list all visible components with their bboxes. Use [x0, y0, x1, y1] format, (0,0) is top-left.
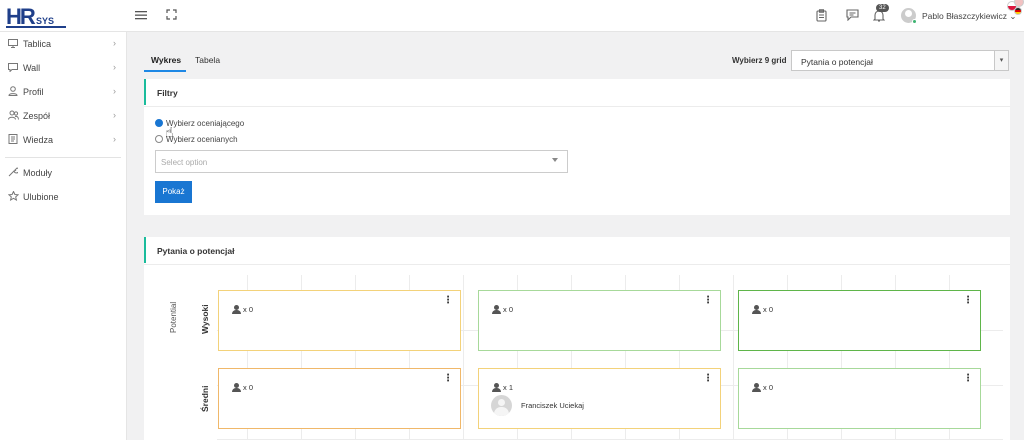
- clipboard-icon[interactable]: [814, 9, 828, 23]
- filter-select-placeholder: Select option: [161, 158, 208, 167]
- grid-member[interactable]: Franciszek Uciekaj: [491, 395, 584, 416]
- sidebar-item-moduly[interactable]: Moduły: [0, 163, 126, 183]
- more-options-icon[interactable]: ⋮: [963, 296, 973, 306]
- cell-count: x 0: [243, 383, 254, 392]
- hamburger-menu-icon[interactable]: [134, 9, 148, 23]
- grid-cell[interactable]: x 0 ⋮: [218, 290, 461, 351]
- user-icon: [7, 86, 19, 98]
- more-options-icon[interactable]: ⋮: [443, 296, 453, 306]
- flag-de-icon[interactable]: [1014, 7, 1022, 15]
- chevron-right-icon: ›: [113, 38, 116, 48]
- caret-down-icon: [552, 158, 558, 162]
- panel-title: Filtry: [157, 88, 178, 98]
- sidebar-item-wall[interactable]: Wall ›: [0, 58, 126, 78]
- radio-evaluated[interactable]: [155, 135, 163, 143]
- more-options-icon[interactable]: ⋮: [443, 374, 453, 384]
- logo-sub: SYS: [36, 16, 55, 26]
- row-label-medium: Średni: [200, 385, 210, 412]
- sidebar-item-zespol[interactable]: Zespół ›: [0, 106, 126, 126]
- grid-cell[interactable]: x 1 ⋮ Franciszek Uciekaj: [478, 368, 721, 429]
- wrench-icon: [7, 167, 20, 179]
- book-icon: [7, 134, 19, 146]
- member-name: Franciszek Uciekaj: [521, 401, 584, 410]
- grid-cell[interactable]: x 0 ⋮: [738, 290, 981, 351]
- app-logo[interactable]: HR SYS: [6, 4, 66, 30]
- person-icon: [492, 383, 501, 392]
- chat-icon: [7, 62, 19, 74]
- person-icon: [752, 383, 761, 392]
- tab-wykres[interactable]: Wykres: [151, 55, 181, 65]
- sidebar-item-ulubione[interactable]: Ulubione: [0, 187, 126, 207]
- tab-tabela[interactable]: Tabela: [195, 55, 220, 65]
- panel-accent: [144, 79, 146, 105]
- chevron-right-icon: ›: [113, 110, 116, 120]
- chevron-right-icon: ›: [113, 62, 116, 72]
- axis-y-label: Potential: [169, 301, 178, 333]
- fullscreen-icon[interactable]: [164, 9, 178, 23]
- show-button[interactable]: Pokaż: [155, 181, 192, 203]
- more-options-icon[interactable]: ⋮: [703, 374, 713, 384]
- logo-bar: [6, 26, 66, 28]
- radio-evaluator[interactable]: [155, 119, 163, 127]
- person-icon: [232, 305, 241, 314]
- grid-cell[interactable]: x 0 ⋮: [478, 290, 721, 351]
- grid-select[interactable]: Pytania o potencjał ▾: [791, 50, 1009, 71]
- panel-title: Pytania o potencjał: [157, 246, 235, 256]
- radio-evaluator-label[interactable]: Wybierz oceniającego: [166, 119, 244, 128]
- grid-cell[interactable]: x 0 ⋮: [738, 368, 981, 429]
- more-options-icon[interactable]: ⋮: [963, 374, 973, 384]
- chevron-right-icon: ›: [113, 86, 116, 96]
- user-menu[interactable]: Pablo Błaszczykiewicz ⌄: [922, 11, 1017, 22]
- radio-evaluated-label[interactable]: Wybierz ocenianych: [166, 135, 238, 144]
- row-label-high: Wysoki: [200, 304, 210, 334]
- grid-cell[interactable]: x 0 ⋮: [218, 368, 461, 429]
- panel-accent: [144, 237, 146, 263]
- grid-selector-label: Wybierz 9 grid: [732, 56, 787, 65]
- notification-badge: 32: [876, 4, 889, 12]
- filters-panel: Filtry Wybierz oceniającego Wybierz ocen…: [144, 79, 1010, 215]
- chevron-down-icon: ▾: [994, 51, 1008, 70]
- cell-count: x 1: [503, 383, 514, 392]
- online-status-dot: [912, 19, 917, 24]
- top-bar: HR SYS 32 Pablo Błaszczykiewicz ⌄: [0, 0, 1024, 32]
- monitor-icon: [7, 38, 19, 50]
- sidebar-item-label: Wiedza: [23, 135, 54, 145]
- sidebar-item-tablica[interactable]: Tablica ›: [0, 34, 126, 54]
- person-icon: [752, 305, 761, 314]
- person-icon: [492, 305, 501, 314]
- filter-select[interactable]: Select option: [155, 150, 568, 173]
- more-options-icon[interactable]: ⋮: [703, 296, 713, 306]
- grid-select-value: Pytania o potencjał: [801, 57, 873, 67]
- person-icon: [232, 383, 241, 392]
- member-avatar: [491, 395, 512, 416]
- flag-en-icon[interactable]: [1014, 0, 1024, 7]
- messages-icon[interactable]: [845, 9, 859, 23]
- cell-count: x 0: [763, 305, 774, 314]
- sidebar-divider: [5, 157, 121, 158]
- team-icon: [7, 110, 19, 122]
- cell-count: x 0: [503, 305, 514, 314]
- star-icon: [7, 190, 19, 203]
- cell-count: x 0: [763, 383, 774, 392]
- sidebar-item-label: Ulubione: [23, 192, 59, 202]
- active-tab-indicator: [144, 70, 186, 72]
- sidebar-item-label: Moduły: [23, 168, 53, 178]
- sidebar-item-label: Profil: [23, 87, 44, 97]
- user-name: Pablo Błaszczykiewicz: [922, 11, 1008, 21]
- sidebar-item-label: Tablica: [23, 39, 52, 49]
- chevron-right-icon: ›: [113, 134, 116, 144]
- panel-divider: [144, 106, 1010, 107]
- sidebar-item-profil[interactable]: Profil ›: [0, 82, 126, 102]
- sidebar-item-label: Wall: [23, 63, 41, 73]
- panel-divider: [144, 264, 1010, 265]
- sidebar-item-wiedza[interactable]: Wiedza ›: [0, 130, 126, 150]
- sidebar: Tablica › Wall › Profil › Zespół › Wiedz…: [0, 32, 127, 440]
- sidebar-item-label: Zespół: [23, 111, 51, 121]
- mouse-cursor-icon: ☝: [165, 124, 174, 140]
- cell-count: x 0: [243, 305, 254, 314]
